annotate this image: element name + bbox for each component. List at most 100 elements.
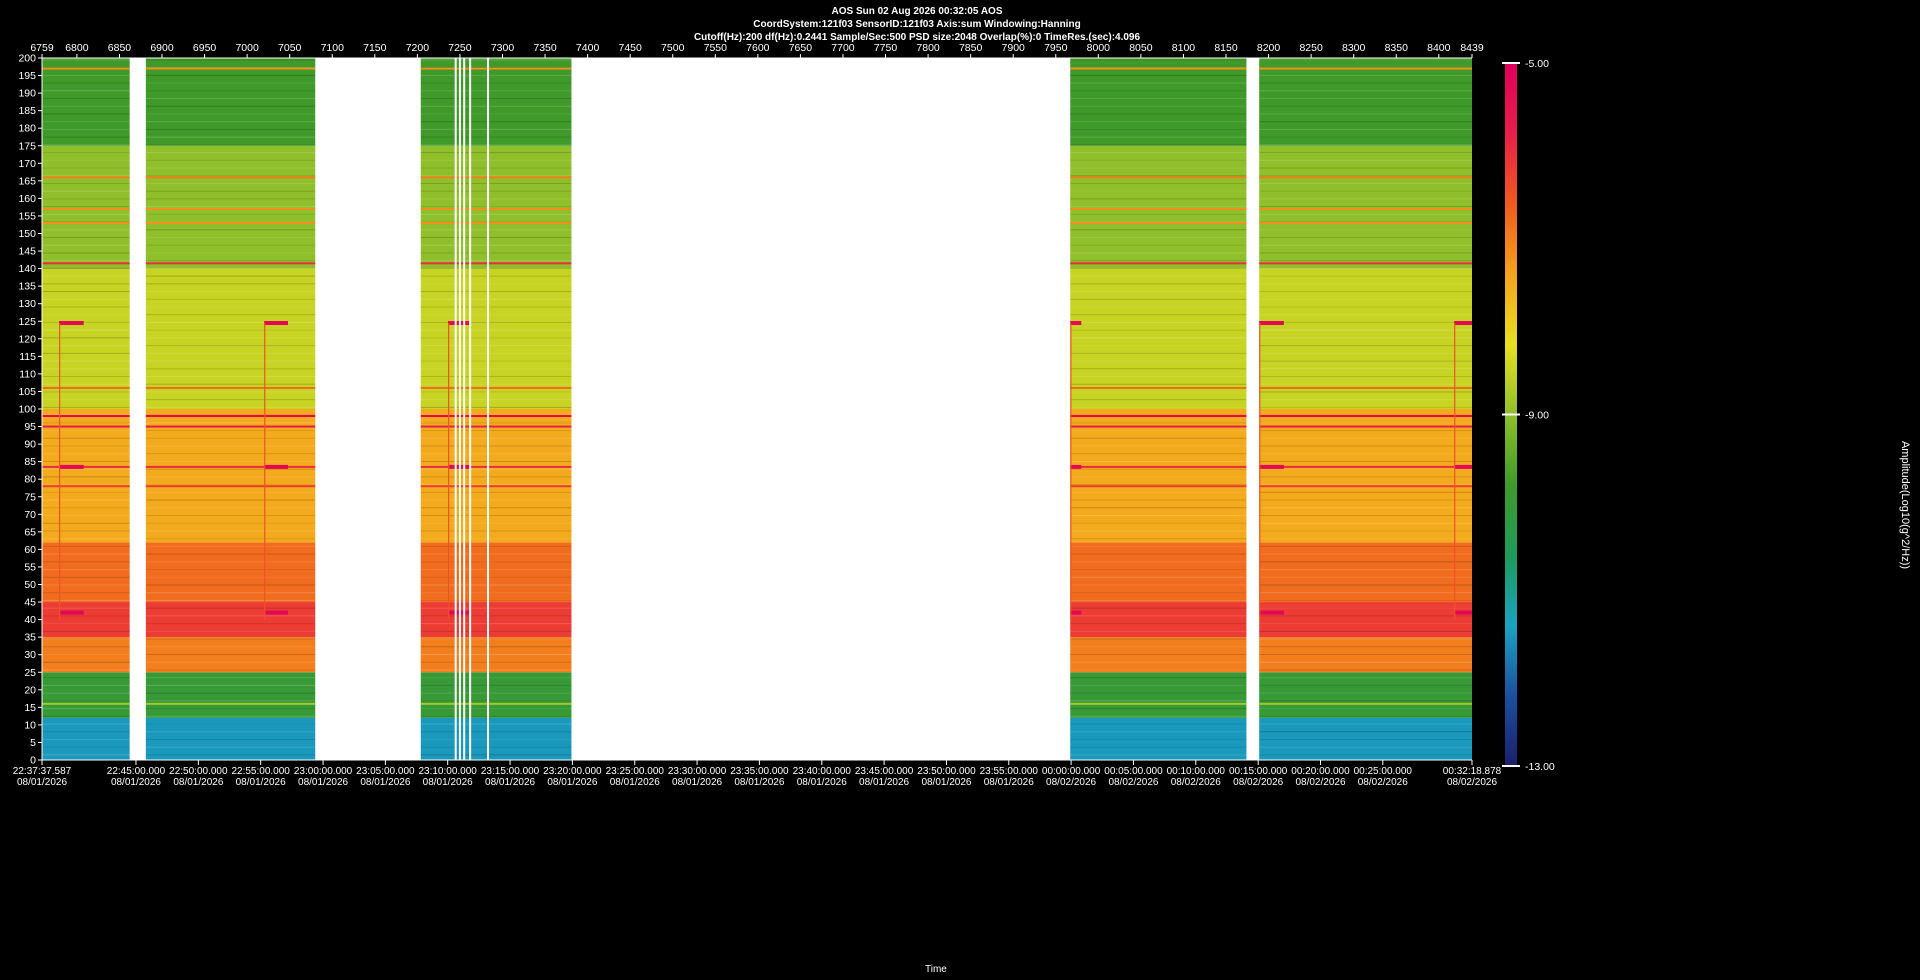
texture-row: [145, 723, 316, 725]
x-tick-date: 08/02/2026: [1108, 777, 1158, 788]
top-tick-label: 7100: [321, 42, 345, 54]
texture-row: [1070, 298, 1247, 300]
texture-row: [1259, 445, 1472, 447]
texture-row: [1259, 283, 1472, 285]
texture-row: [420, 445, 572, 447]
texture-row: [1259, 669, 1472, 671]
texture-row: [145, 684, 316, 686]
top-tick-label: 6850: [108, 42, 132, 54]
texture-row: [145, 314, 316, 316]
texture-row: [1259, 113, 1472, 115]
texture-row: [1259, 244, 1472, 246]
tone-line: [145, 67, 316, 70]
texture-row: [420, 422, 572, 424]
texture-row: [145, 507, 316, 509]
top-tick-label: 7550: [704, 42, 728, 54]
top-tick-label: 7800: [916, 42, 940, 54]
y-tick-label: 90: [24, 439, 36, 451]
texture-row: [145, 515, 316, 517]
texture-row: [1070, 391, 1247, 393]
texture-row: [1070, 453, 1247, 455]
texture-row: [145, 437, 316, 439]
texture-row: [1070, 383, 1247, 385]
texture-row: [145, 360, 316, 362]
y-tick-label: 15: [24, 702, 36, 714]
texture-row: [145, 646, 316, 648]
top-tick-label: 8100: [1172, 42, 1196, 54]
texture-row: [1070, 190, 1247, 192]
texture-row: [1259, 159, 1472, 161]
texture-row: [1070, 584, 1247, 586]
texture-row: [420, 152, 572, 154]
texture-row: [145, 298, 316, 300]
data-segment: [145, 58, 316, 760]
x-tick-date: 08/01/2026: [360, 777, 410, 788]
texture-row: [420, 754, 572, 756]
texture-row: [1259, 422, 1472, 424]
texture-row: [42, 152, 130, 154]
texture-row: [42, 731, 130, 733]
texture-row: [42, 437, 130, 439]
x-tick-date: 08/01/2026: [984, 777, 1034, 788]
texture-row: [1259, 484, 1472, 486]
texture-row: [1259, 59, 1472, 61]
texture-row: [1070, 538, 1247, 540]
texture-row: [1070, 113, 1247, 115]
event-mark: [59, 321, 84, 326]
x-tick-time: 00:20:00.000: [1291, 766, 1350, 777]
colorbar-label: Amplitude(Log10(g^2/Hz)): [1899, 440, 1911, 570]
texture-row: [42, 345, 130, 347]
texture-row: [42, 283, 130, 285]
texture-row: [1259, 383, 1472, 385]
texture-row: [420, 376, 572, 378]
texture-row: [145, 692, 316, 694]
texture-row: [420, 584, 572, 586]
texture-row: [42, 615, 130, 617]
texture-row: [42, 623, 130, 625]
texture-row: [1259, 128, 1472, 130]
texture-row: [1070, 437, 1247, 439]
tone-line: [420, 386, 572, 389]
texture-row: [145, 206, 316, 208]
texture-row: [42, 684, 130, 686]
texture-row: [145, 599, 316, 601]
texture-row: [420, 252, 572, 254]
texture-row: [420, 82, 572, 84]
texture-row: [420, 684, 572, 686]
texture-row: [1070, 522, 1247, 524]
top-tick-label: 7300: [491, 42, 515, 54]
texture-row: [420, 723, 572, 725]
texture-row: [420, 630, 572, 632]
texture-row: [1070, 399, 1247, 401]
texture-row: [42, 677, 130, 679]
texture-row: [1070, 198, 1247, 200]
texture-row: [42, 599, 130, 601]
texture-row: [145, 82, 316, 84]
texture-row: [145, 213, 316, 215]
frequency-band: [145, 409, 316, 543]
y-tick-label: 95: [24, 421, 36, 433]
texture-row: [145, 406, 316, 408]
texture-row: [42, 213, 130, 215]
top-tick-label: 7400: [576, 42, 600, 54]
texture-row: [1070, 283, 1247, 285]
tone-line: [1259, 425, 1472, 428]
x-tick-time: 23:45:00.000: [855, 766, 914, 777]
texture-row: [1070, 267, 1247, 269]
texture-row: [420, 283, 572, 285]
x-tick-time: 00:00:00.000: [1042, 766, 1101, 777]
texture-row: [42, 715, 130, 717]
texture-row: [145, 623, 316, 625]
data-segment: [1259, 58, 1472, 760]
texture-row: [420, 746, 572, 748]
frequency-band: [42, 145, 130, 269]
texture-row: [1070, 484, 1247, 486]
texture-row: [1070, 98, 1247, 100]
gap-line: [454, 58, 457, 760]
y-tick-label: 135: [18, 281, 36, 293]
y-tick-label: 45: [24, 597, 36, 609]
texture-row: [145, 630, 316, 632]
event-mark: [1259, 610, 1284, 615]
colorbar-tick-label: -9.00: [1525, 410, 1549, 422]
texture-row: [1070, 159, 1247, 161]
